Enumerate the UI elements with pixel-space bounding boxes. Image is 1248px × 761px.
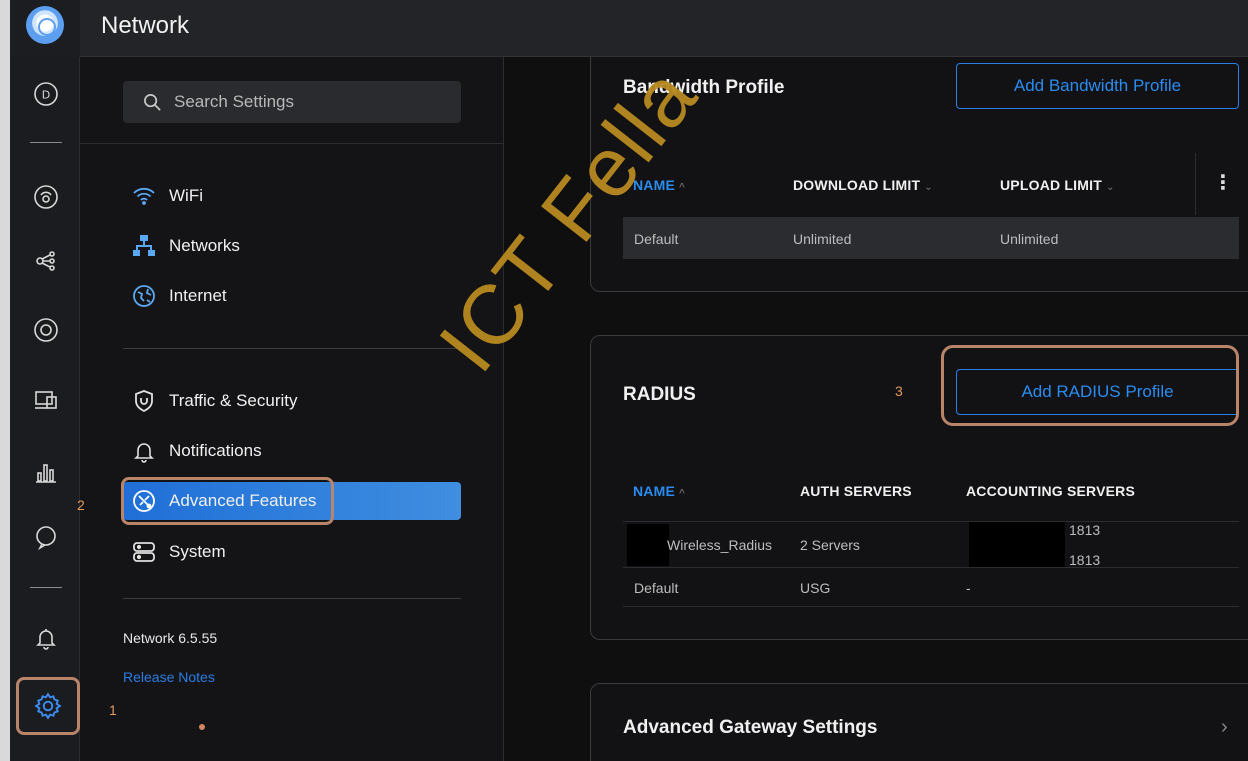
cell-name: Default bbox=[634, 231, 679, 247]
top-bar: Network bbox=[0, 0, 1248, 57]
menu-item-label: System bbox=[169, 542, 226, 561]
card-title: Advanced Gateway Settings bbox=[623, 717, 878, 738]
column-header-label: NAME bbox=[633, 177, 676, 193]
cell-upload-limit: Unlimited bbox=[1000, 231, 1059, 247]
menu-item-label: Internet bbox=[169, 286, 227, 305]
panel-divider bbox=[80, 143, 504, 144]
rail-divider bbox=[30, 587, 62, 588]
search-field[interactable]: Search Settings bbox=[123, 81, 461, 123]
column-header-label: DOWNLOAD LIMIT bbox=[793, 177, 921, 193]
dashboard-icon[interactable]: D bbox=[33, 81, 59, 107]
settings-panel: Search Settings WiFi Networks Internet T… bbox=[80, 57, 504, 761]
cell-accounting-servers: - bbox=[966, 580, 971, 596]
wifi-icon bbox=[133, 187, 155, 205]
annotation-label: 3 bbox=[895, 383, 903, 399]
settings-rail-button[interactable] bbox=[16, 677, 80, 735]
card-title: Bandwidth Profile bbox=[623, 77, 785, 98]
row-divider bbox=[623, 606, 1239, 607]
kebab-menu-icon[interactable]: ⋮ bbox=[1213, 170, 1233, 195]
shield-icon bbox=[135, 390, 153, 413]
support-icon[interactable] bbox=[33, 524, 59, 550]
add-bandwidth-profile-button[interactable]: Add Bandwidth Profile bbox=[956, 63, 1239, 109]
cell-accounting-port: 1813 bbox=[1069, 552, 1101, 568]
row-divider bbox=[623, 567, 1239, 568]
rail-divider bbox=[30, 142, 62, 143]
menu-item-notifications[interactable]: Notifications bbox=[123, 432, 461, 470]
menu-divider bbox=[123, 348, 461, 349]
release-notes-link[interactable]: Release Notes bbox=[123, 669, 215, 685]
redacted-block bbox=[627, 524, 669, 566]
bandwidth-profile-card: Bandwidth Profile Add Bandwidth Profile … bbox=[590, 57, 1248, 292]
menu-item-label: WiFi bbox=[169, 186, 203, 205]
cell-auth-servers: USG bbox=[800, 580, 831, 596]
bell-icon bbox=[134, 443, 154, 463]
card-title: RADIUS bbox=[623, 384, 696, 405]
statistics-icon[interactable] bbox=[33, 459, 59, 485]
icon-rail: D bbox=[10, 57, 80, 761]
annotation-label: 2 bbox=[77, 497, 85, 513]
insights-icon[interactable] bbox=[33, 317, 59, 343]
column-header-download-limit[interactable]: DOWNLOAD LIMIT ⌄ bbox=[793, 177, 933, 193]
chevron-down-icon: ⌄ bbox=[1105, 182, 1115, 193]
column-header-name[interactable]: NAME ^ bbox=[633, 177, 685, 193]
annotation-dot bbox=[199, 724, 205, 730]
table-row[interactable] bbox=[623, 217, 1239, 259]
cell-name: Default bbox=[634, 580, 679, 596]
gear-icon bbox=[34, 692, 62, 720]
menu-item-internet[interactable]: Internet bbox=[123, 277, 461, 315]
version-label: Network 6.5.55 bbox=[123, 630, 218, 646]
globe-icon bbox=[133, 285, 155, 307]
window-edge bbox=[0, 0, 10, 761]
cell-download-limit: Unlimited bbox=[793, 231, 852, 247]
column-header-upload-limit[interactable]: UPLOAD LIMIT ⌄ bbox=[1000, 177, 1115, 193]
column-header-label: NAME bbox=[633, 483, 676, 499]
brand-area[interactable] bbox=[10, 0, 80, 57]
system-icon bbox=[133, 542, 155, 562]
cell-accounting-port: 1813 bbox=[1069, 522, 1101, 538]
menu-item-label: Notifications bbox=[169, 441, 262, 460]
chevron-down-icon: ⌄ bbox=[924, 182, 933, 193]
advanced-gateway-settings-card[interactable]: Advanced Gateway Settings › bbox=[590, 683, 1248, 761]
sort-asc-icon: ^ bbox=[679, 182, 686, 193]
column-header-auth-servers[interactable]: AUTH SERVERS bbox=[800, 483, 912, 499]
sort-asc-icon: ^ bbox=[679, 488, 686, 499]
column-header-label: UPLOAD LIMIT bbox=[1000, 177, 1102, 193]
menu-item-label: Traffic & Security bbox=[169, 391, 298, 410]
menu-item-wifi[interactable]: WiFi bbox=[123, 177, 461, 215]
annotation-highlight-box bbox=[121, 477, 334, 525]
menu-item-system[interactable]: System bbox=[123, 533, 461, 571]
column-divider bbox=[1195, 153, 1196, 215]
menu-item-networks[interactable]: Networks bbox=[123, 227, 461, 265]
unifi-logo-icon[interactable] bbox=[26, 6, 64, 44]
topology-icon[interactable] bbox=[33, 247, 59, 273]
menu-item-traffic-security[interactable]: Traffic & Security bbox=[123, 382, 461, 420]
networks-icon bbox=[133, 235, 155, 256]
search-icon bbox=[144, 93, 161, 111]
bell-icon[interactable] bbox=[33, 625, 59, 651]
cell-name: Wireless_Radius bbox=[667, 537, 773, 553]
menu-item-label: Networks bbox=[169, 236, 240, 255]
cell-auth-servers: 2 Servers bbox=[800, 537, 860, 553]
menu-divider bbox=[123, 598, 461, 599]
row-divider bbox=[623, 521, 1239, 522]
devices-icon[interactable] bbox=[33, 184, 59, 210]
clients-icon[interactable] bbox=[33, 387, 59, 413]
annotation-highlight-box bbox=[941, 345, 1239, 426]
svg-text:D: D bbox=[42, 89, 50, 102]
column-header-accounting-servers[interactable]: ACCOUNTING SERVERS bbox=[966, 483, 1135, 499]
column-header-name[interactable]: NAME ^ bbox=[633, 483, 685, 499]
redacted-block bbox=[969, 522, 1065, 568]
annotation-label: 1 bbox=[109, 702, 117, 718]
chevron-right-icon: › bbox=[1221, 716, 1228, 738]
search-input[interactable]: Search Settings bbox=[174, 92, 294, 112]
app-title: Network bbox=[101, 12, 190, 39]
